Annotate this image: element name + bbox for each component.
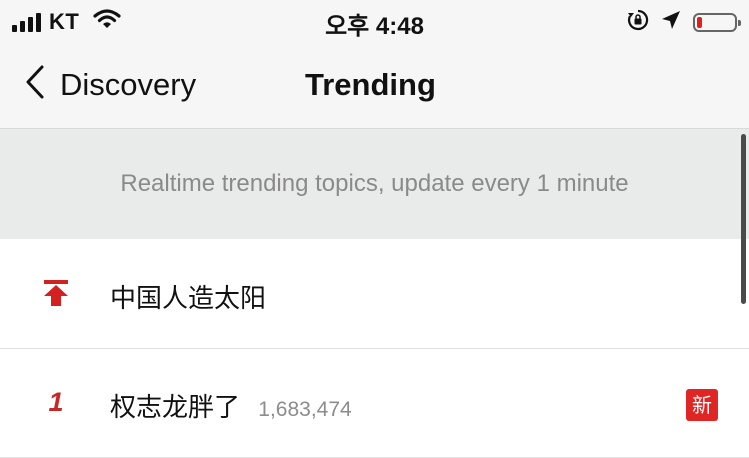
new-badge: 新 [686,389,718,421]
status-bar: KT 오후 4:48 [0,0,749,42]
rank-number: 1 [38,387,74,418]
back-button[interactable]: Discovery [24,64,196,105]
location-arrow-icon [661,10,681,35]
pin-top-icon [38,278,74,313]
topic-text: 权志龙胖了 [110,393,241,423]
orientation-lock-icon [627,9,649,36]
topic-count: 1,683,474 [258,398,352,421]
back-label: Discovery [60,66,197,102]
chevron-left-icon [24,64,46,105]
trending-row[interactable]: 1 权志龙胖了 1,683,474 新 [0,349,749,458]
page-title: Trending [305,67,436,102]
banner-text: Realtime trending topics, update every 1… [120,170,629,197]
topic-title: 中国人造太阳 [110,284,267,314]
scrollbar[interactable] [741,134,746,304]
topic-title: 权志龙胖了 1,683,474 [110,387,352,424]
info-banner: Realtime trending topics, update every 1… [0,129,749,239]
status-right [627,9,741,36]
trending-list: 中国人造太阳 1 权志龙胖了 1,683,474 新 [0,240,749,458]
battery-icon [693,13,741,32]
rank-label: 1 [48,387,64,417]
navigation-bar: Discovery Trending [0,52,749,118]
top-bar: KT 오후 4:48 Discovery Trending [0,0,749,129]
battery-level [697,17,702,28]
pinned-topic-row[interactable]: 中国人造太阳 [0,240,749,349]
